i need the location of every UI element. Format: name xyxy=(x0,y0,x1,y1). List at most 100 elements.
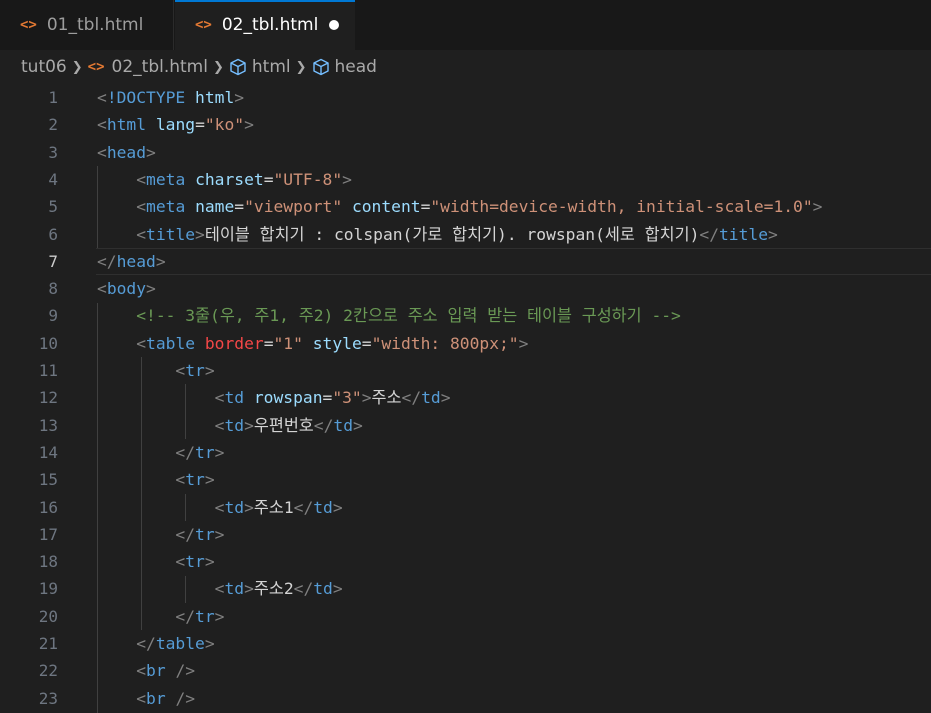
bracket-token: > xyxy=(332,497,343,517)
code-line[interactable]: 12 <td rowspan="3">주소</td> xyxy=(0,384,931,411)
breadcrumb-symbol-html[interactable]: html xyxy=(229,57,291,77)
tab-02-tbl-html[interactable]: <> 02_tbl.html xyxy=(175,0,355,50)
code-text: </tr> xyxy=(97,521,224,548)
line-number: 1 xyxy=(48,88,58,107)
chevron-right-icon: ❯ xyxy=(295,59,307,75)
code-line[interactable]: 21 </table> xyxy=(0,630,931,657)
bracket-token: </ xyxy=(175,442,196,462)
text-token: 주소1 xyxy=(253,497,294,517)
code-text: <td>주소1</td> xyxy=(97,494,343,521)
symbol-cube-icon xyxy=(312,58,330,76)
code-line[interactable]: 15 <tr> xyxy=(0,466,931,493)
string-token: "ko" xyxy=(204,115,245,135)
code-line[interactable]: 4 <meta charset="UTF-8"> xyxy=(0,166,931,193)
bracket-token: > xyxy=(195,224,205,244)
code-line[interactable]: 6 <title>테이블 합치기 : colspan(가로 합치기). rows… xyxy=(0,221,931,248)
tag-token: meta xyxy=(146,169,186,189)
attribute-token: name xyxy=(195,197,235,217)
line-number: 23 xyxy=(38,688,58,708)
tag-token: tr xyxy=(195,442,215,462)
bracket-token: > xyxy=(353,415,363,435)
tag-token: td xyxy=(313,497,333,517)
code-line[interactable]: 11 <tr> xyxy=(0,357,931,384)
line-number: 10 xyxy=(38,333,58,353)
code-line[interactable]: 9 <!-- 3줄(우, 주1, 주2) 2칸으로 주소 입력 받는 테이블 구… xyxy=(0,302,931,329)
tag-token: td xyxy=(224,497,245,517)
bracket-token: </ xyxy=(313,415,334,435)
tag-token: head xyxy=(116,251,156,271)
code-text: <head> xyxy=(97,139,156,166)
tag-token: tr xyxy=(185,470,205,490)
tag-token: tr xyxy=(195,524,215,544)
code-line[interactable]: 3 <head> xyxy=(0,139,931,166)
bracket-token: > xyxy=(204,361,215,380)
attribute-token: charset xyxy=(195,169,264,189)
code-text: <tr> xyxy=(97,548,214,575)
bracket-token: > xyxy=(244,415,254,435)
line-number: 19 xyxy=(38,579,58,599)
bracket-token: </ xyxy=(136,634,156,653)
bracket-token: > xyxy=(361,388,372,408)
bracket-token: > xyxy=(146,142,156,162)
code-line[interactable]: 17 </tr> xyxy=(0,521,931,548)
code-line[interactable]: 2 <html lang="ko"> xyxy=(0,111,931,138)
bracket-token: /> xyxy=(175,661,196,681)
line-number: 8 xyxy=(48,279,58,299)
bracket-token: > xyxy=(518,333,529,353)
tab-01-tbl-html[interactable]: <> 01_tbl.html xyxy=(0,0,174,50)
unsaved-dot-icon[interactable] xyxy=(329,20,339,30)
bracket-token: < xyxy=(136,197,147,217)
code-line[interactable]: 18 <tr> xyxy=(0,548,931,575)
bracket-token: < xyxy=(214,415,225,435)
html-file-icon: <> xyxy=(20,17,37,33)
code-text: <tr> xyxy=(97,466,214,493)
breadcrumb-file-label: 02_tbl.html xyxy=(111,57,208,77)
breadcrumb-folder[interactable]: tut06 xyxy=(21,57,67,77)
bracket-token: </ xyxy=(293,497,314,517)
code-text: <br /> xyxy=(97,657,195,684)
code-line[interactable]: 20 </tr> xyxy=(0,603,931,630)
bracket-token: > xyxy=(244,497,254,517)
code-line[interactable]: 19 <td>주소2</td> xyxy=(0,575,931,602)
bracket-token: < xyxy=(136,169,147,189)
tag-token: title xyxy=(146,224,196,244)
bracket-token: < xyxy=(97,115,107,135)
line-number: 2 xyxy=(48,115,58,135)
code-line[interactable]: 22 <br /> xyxy=(0,657,931,684)
line-number: 4 xyxy=(48,169,58,189)
code-text: <meta charset="UTF-8"> xyxy=(97,166,352,193)
tag-token: body xyxy=(106,279,147,299)
code-line[interactable]: 8 <body> xyxy=(0,275,931,302)
code-text: <td>우편번호</td> xyxy=(97,412,363,439)
breadcrumb-symbol-head[interactable]: head xyxy=(312,57,377,77)
code-line[interactable]: 14 </tr> xyxy=(0,439,931,466)
string-token: "viewport" xyxy=(244,197,343,217)
code-line[interactable]: 1 <!DOCTYPE html> xyxy=(0,84,931,111)
code-line[interactable]: 13 <td>우편번호</td> xyxy=(0,412,931,439)
tag-token: td xyxy=(224,579,245,599)
code-line[interactable]: 7 </head> xyxy=(0,247,931,276)
code-line[interactable]: 16 <td>주소1</td> xyxy=(0,494,931,521)
string-token: "3" xyxy=(332,388,362,408)
line-number: 5 xyxy=(48,197,58,217)
breadcrumb-file[interactable]: <> 02_tbl.html xyxy=(88,57,208,77)
code-line[interactable]: 5 <meta name="viewport" content="width=d… xyxy=(0,193,931,220)
code-text: <html lang="ko"> xyxy=(97,111,254,138)
code-editor[interactable]: 1 <!DOCTYPE html> 2 <html lang="ko"> 3 <head>… xyxy=(0,84,931,713)
code-line[interactable]: 23 <br /> xyxy=(0,685,931,712)
code-line[interactable]: 10 <table border="1" style="width: 800px… xyxy=(0,330,931,357)
bracket-token: > xyxy=(244,579,254,599)
code-text: <title>테이블 합치기 : colspan(가로 합치기). rowspa… xyxy=(97,221,778,248)
line-number: 7 xyxy=(48,251,58,271)
line-number: 16 xyxy=(38,497,58,517)
